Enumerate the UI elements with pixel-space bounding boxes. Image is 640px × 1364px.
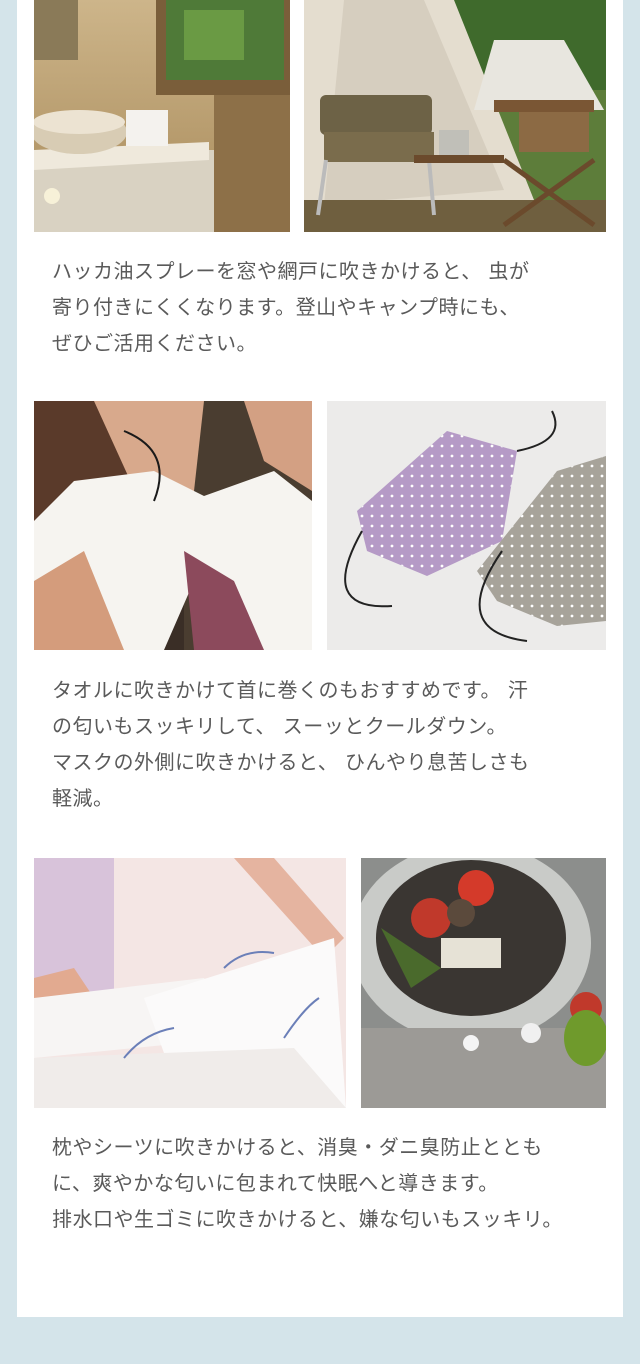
cloth-masks-photo — [327, 401, 606, 650]
bathroom-photo — [34, 0, 290, 232]
caption-line: に、爽やかな匂いに包まれて快眠へと導きます。 — [52, 1171, 499, 1195]
sink-drain-photo — [361, 858, 606, 1108]
caption-line: 軽減。 — [52, 786, 114, 810]
caption-towel-mask: タオルに吹きかけて首に巻くのもおすすめです。 汗 の匂いもスッキリして、 スーッ… — [52, 672, 612, 816]
caption-bedding-drain: 枕やシーツに吹きかけると、消臭・ダニ臭防止ととも に、爽やかな匂いに包まれて快眠… — [52, 1129, 612, 1237]
bed-sheets-photo — [34, 858, 346, 1108]
caption-line: 枕やシーツに吹きかけると、消臭・ダニ臭防止ととも — [52, 1135, 543, 1159]
caption-line: ぜひご活用ください。 — [52, 331, 257, 355]
caption-line: の匂いもスッキリして、 スーッとクールダウン。 — [52, 714, 508, 738]
camping-tent-photo — [304, 0, 606, 232]
caption-line: タオルに吹きかけて首に巻くのもおすすめです。 汗 — [52, 678, 529, 702]
caption-line: ハッカ油スプレーを窓や網戸に吹きかけると、 虫が — [52, 259, 530, 283]
woman-towel-photo — [34, 401, 312, 650]
caption-line: 排水口や生ゴミに吹きかけると、嫌な匂いもスッキリ。 — [52, 1207, 563, 1231]
caption-insect-repellent: ハッカ油スプレーを窓や網戸に吹きかけると、 虫が 寄り付きにくくなります。登山や… — [52, 253, 612, 361]
caption-line: 寄り付きにくくなります。登山やキャンプ時にも、 — [52, 295, 520, 319]
caption-line: マスクの外側に吹きかけると、 ひんやり息苦しさも — [52, 750, 530, 774]
